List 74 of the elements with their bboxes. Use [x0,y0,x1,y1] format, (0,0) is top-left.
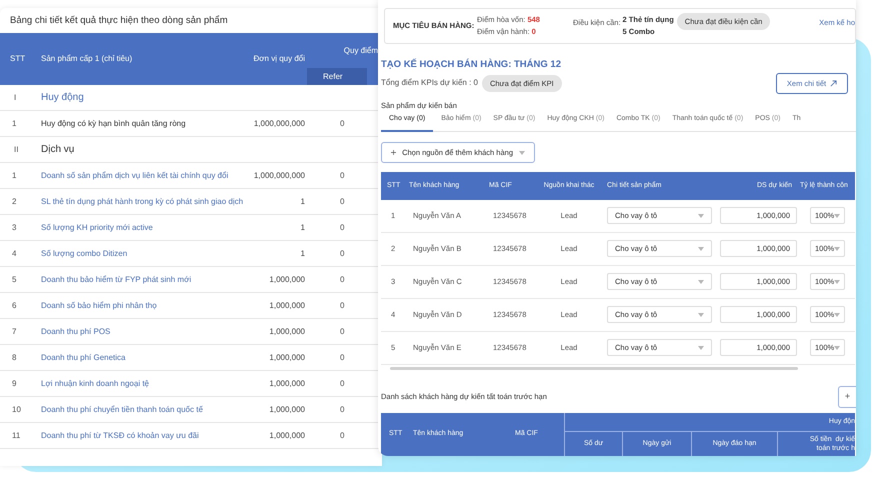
caret-icon [698,280,704,284]
table-cell-text: 2 [11,196,18,208]
group-number: II [13,144,20,156]
plus-icon [391,149,396,156]
table-cell-text: 0 [339,404,346,416]
table-cell-text: 1 [300,222,306,234]
table-cell-text: 6 [11,300,18,312]
group-number: I [13,92,18,104]
caret-icon [698,346,704,350]
table-cell-text: 5 [11,274,18,286]
table-cell-text: 1,000,000 [268,274,306,286]
caret-icon [698,312,704,317]
group-title[interactable]: Huy động [35,90,235,105]
column-header: Sản phẩm cấp 1 (chỉ tiêu) [40,53,134,65]
table-cell-text: 9 [11,378,18,390]
product-link[interactable]: Doanh thu phí POS [35,326,253,338]
caret-icon [834,312,840,317]
table-cell-text: 1 [11,170,18,182]
table-cell-text: 7 [11,326,18,338]
caret-icon [834,346,840,350]
caret-icon [834,280,840,284]
add-button[interactable]: + [838,386,856,408]
table-cell-text: 0 [339,118,346,130]
table-cell-text: 1,000,000,000 [253,170,306,182]
product-link[interactable]: Doanh thu phí từ TKSĐ có khoản vay ưu đãi [35,430,253,442]
table-cell-text: 0 [339,196,346,208]
group-title: Dịch vụ [40,143,76,157]
table-cell-text: 0 [339,170,346,182]
table-cell-text: 3 [11,222,18,234]
caret-icon [698,246,704,251]
product-link[interactable]: Số lượng combo Ditizen [35,248,253,260]
table-cell-text: 0 [339,430,346,442]
table-cell-text: 1,000,000 [268,326,306,338]
table-cell-text: 4 [11,248,18,260]
column-header: Đơn vị quy đổi [252,53,306,65]
caret-icon [519,150,525,155]
product-link[interactable]: Doanh số bảo hiểm phi nhân thọ [35,300,253,312]
column-header: STT [9,53,26,65]
column-header: Quy điểm [342,44,379,57]
table-cell-text: 0 [339,300,346,312]
product-link[interactable]: Lợi nhuận kinh doanh ngoại tệ [35,378,253,390]
table-cell-text: 1 [11,118,18,130]
product-link[interactable]: Doanh thu phí chuyển tiền thanh toán quốc tế [35,404,253,416]
caret-icon [698,214,704,218]
plan-title: TẠO KẾ HOẠCH BÁN HÀNG: THÁNG 12 [381,58,562,72]
table-cell-text: 0 [339,222,346,234]
table-cell-text: 1,000,000 [268,404,306,416]
table-cell-text: 0 [339,274,346,286]
table-cell-text: 0 [339,352,346,364]
external-link-icon [830,80,838,87]
table-cell-text: 11 [11,430,22,442]
subcolumn-header: Refer [307,68,367,85]
table-cell-text: Huy động có kỳ hạn bình quân tăng ròng [40,118,187,130]
product-link[interactable]: SL thẻ tín dụng phát hành trong kỳ có phát sinh giao dịch [35,196,253,208]
table-cell-text: 1 [300,196,306,208]
panel-title: Bảng chi tiết kết quả thực hiện theo dòng sản phẩm [9,14,229,28]
table-cell-text: 1,000,000 [268,378,306,390]
table-cell-text: 1,000,000,000 [253,118,306,130]
product-link[interactable]: Doanh số sản phẩm dịch vụ liên kết tài chính quy đổi [35,170,253,182]
table-cell-text: 0 [339,326,346,338]
product-link[interactable]: Doanh thu bảo hiểm từ FYP phát sinh mới [35,274,253,286]
table-cell-text: 0 [339,378,346,390]
table-cell-text: 8 [11,352,18,364]
caret-icon [834,214,840,218]
table-cell-text: 1 [300,248,306,260]
caret-icon [834,246,840,251]
table-cell-text: 1,000,000 [268,352,306,364]
table-cell-text: 1,000,000 [268,300,306,312]
table-cell-text: 0 [339,248,346,260]
product-link[interactable]: Số lượng KH priority mới active [35,222,253,234]
table-cell-text: 10 [11,404,22,416]
kpi-text: Tổng điểm KPIs dự kiến : 0 [381,77,478,90]
product-link[interactable]: Doanh thu phí Genetica [35,352,253,364]
table-cell-text: 1,000,000 [268,430,306,442]
